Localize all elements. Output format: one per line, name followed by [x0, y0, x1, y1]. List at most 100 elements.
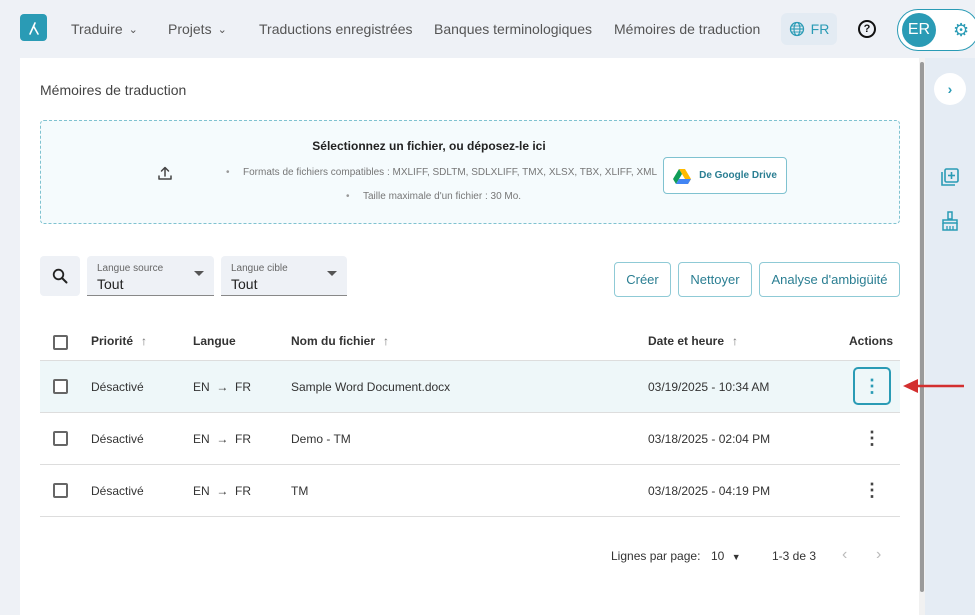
target-lang: FR [235, 380, 252, 394]
datetime-cell: 03/19/2025 - 10:34 AM [648, 380, 770, 394]
col-priority[interactable]: Priorité ↑ [91, 334, 147, 348]
nav-projets[interactable]: Projets ⌄ [168, 21, 227, 37]
priority-cell: Désactivé [91, 484, 144, 498]
create-button[interactable]: Créer [614, 262, 671, 297]
file-dropzone[interactable]: Sélectionnez un fichier, ou déposez-le i… [40, 120, 900, 224]
google-drive-button[interactable]: De Google Drive [663, 157, 787, 194]
table-row[interactable]: Désactivé EN → FR Sample Word Document.d… [40, 361, 900, 413]
upload-icon [158, 166, 172, 180]
google-drive-icon [673, 168, 692, 184]
column-header: Nom du fichier [291, 334, 376, 348]
caret-down-icon: ▼ [731, 552, 741, 562]
brush-icon[interactable] [941, 211, 959, 231]
arrow-right-icon: → [213, 432, 232, 446]
help-icon[interactable]: ? [858, 20, 876, 38]
col-actions: Actions [849, 334, 893, 348]
scrollbar-thumb[interactable] [920, 62, 924, 592]
language-switcher[interactable]: FR [781, 13, 837, 45]
select-label: Langue cible [231, 263, 288, 274]
source-lang: EN [193, 432, 210, 446]
caret-down-icon [327, 271, 337, 276]
chevron-left-icon[interactable]: ‹ [842, 546, 847, 564]
main-panel: Mémoires de traduction Sélectionnez un f… [20, 58, 920, 615]
table-row[interactable]: Désactivé EN → FR TM 03/18/2025 - 04:19 … [40, 465, 900, 517]
more-vert-icon[interactable]: ⋮ [853, 471, 891, 509]
more-vert-icon[interactable]: ⋮ [853, 419, 891, 457]
chevron-right-icon: › [947, 81, 953, 97]
ambiguity-analysis-button[interactable]: Analyse d'ambigüité [759, 262, 900, 297]
nav-label: Traductions enregistrées [259, 21, 413, 37]
col-datetime[interactable]: Date et heure ↑ [648, 334, 738, 348]
language-cell: EN → FR [193, 380, 251, 394]
nav-banques-terminologiques[interactable]: Banques terminologiques [434, 21, 592, 37]
rows-per-page-label: Lignes par page: [611, 549, 701, 563]
select-value: Tout [231, 276, 258, 292]
app-logo[interactable] [20, 14, 47, 41]
language-cell: EN → FR [193, 484, 251, 498]
more-vert-icon[interactable]: ⋮ [853, 367, 891, 405]
column-header: Date et heure [648, 334, 725, 348]
nav-label: Banques terminologiques [434, 21, 592, 37]
source-language-select[interactable]: Langue source Tout [87, 256, 214, 296]
language-cell: EN → FR [193, 432, 251, 446]
annotation-arrow-icon [903, 379, 964, 393]
search-button[interactable] [40, 256, 80, 296]
dropzone-title: Sélectionnez un fichier, ou déposez-le i… [312, 139, 546, 153]
language-code: FR [810, 21, 830, 37]
row-checkbox[interactable] [53, 483, 68, 498]
arrow-right-icon: → [213, 380, 232, 394]
clean-button[interactable]: Nettoyer [678, 262, 752, 297]
chevron-down-icon: ⌄ [217, 23, 227, 36]
col-filename[interactable]: Nom du fichier ↑ [291, 334, 389, 348]
caret-down-icon [194, 271, 204, 276]
arrow-up-icon: ↑ [141, 334, 148, 348]
target-lang: FR [235, 432, 252, 446]
col-language: Langue [193, 334, 236, 348]
avatar: ER [902, 13, 936, 47]
column-header: Priorité [91, 334, 134, 348]
priority-cell: Désactivé [91, 380, 144, 394]
select-value: Tout [97, 276, 124, 292]
select-all-checkbox[interactable] [53, 335, 68, 350]
right-rail: › [925, 58, 975, 615]
dropzone-formats: Formats de fichiers compatibles : MXLIFF… [226, 167, 657, 178]
arrow-up-icon: ↑ [732, 334, 739, 348]
datetime-cell: 03/18/2025 - 04:19 PM [648, 484, 771, 498]
nav-memoires-traduction[interactable]: Mémoires de traduction [614, 21, 760, 37]
page-title: Mémoires de traduction [40, 82, 187, 98]
filename-cell: TM [291, 484, 309, 498]
pagination-range: 1-3 de 3 [772, 549, 817, 563]
priority-cell: Désactivé [91, 432, 144, 446]
lambda-icon [28, 21, 39, 35]
expand-panel-button[interactable]: › [934, 73, 966, 105]
user-menu[interactable]: ER ⚙ [897, 9, 975, 51]
column-header: Actions [849, 334, 894, 348]
globe-icon [789, 21, 804, 37]
search-icon [52, 268, 68, 284]
datetime-cell: 03/18/2025 - 02:04 PM [648, 432, 771, 446]
nav-label: Traduire [71, 21, 123, 37]
filename-cell: Demo - TM [291, 432, 351, 446]
row-checkbox[interactable] [53, 431, 68, 446]
google-drive-label: De Google Drive [699, 170, 777, 181]
source-lang: EN [193, 484, 210, 498]
rows-per-page-select[interactable]: 10 ▼ [711, 549, 741, 563]
row-checkbox[interactable] [53, 379, 68, 394]
dropzone-max-size: Taille maximale d'un fichier : 30 Mo. [346, 191, 521, 202]
chevron-right-icon[interactable]: › [876, 546, 881, 564]
chevron-down-icon: ⌄ [128, 23, 138, 36]
table-row[interactable]: Désactivé EN → FR Demo - TM 03/18/2025 -… [40, 413, 900, 465]
gear-icon[interactable]: ⚙ [953, 20, 969, 41]
source-lang: EN [193, 380, 210, 394]
column-header: Langue [193, 334, 236, 348]
select-label: Langue source [97, 263, 164, 274]
target-language-select[interactable]: Langue cible Tout [221, 256, 347, 296]
nav-label: Projets [168, 21, 212, 37]
top-navigation: Traduire ⌄ Projets ⌄ Traductions enregis… [0, 0, 975, 58]
target-lang: FR [235, 484, 252, 498]
nav-traduire[interactable]: Traduire ⌄ [71, 21, 138, 37]
nav-traductions-enregistrees[interactable]: Traductions enregistrées [259, 21, 413, 37]
filename-cell: Sample Word Document.docx [291, 380, 451, 394]
add-box-icon[interactable] [941, 168, 959, 186]
nav-label: Mémoires de traduction [614, 21, 761, 37]
